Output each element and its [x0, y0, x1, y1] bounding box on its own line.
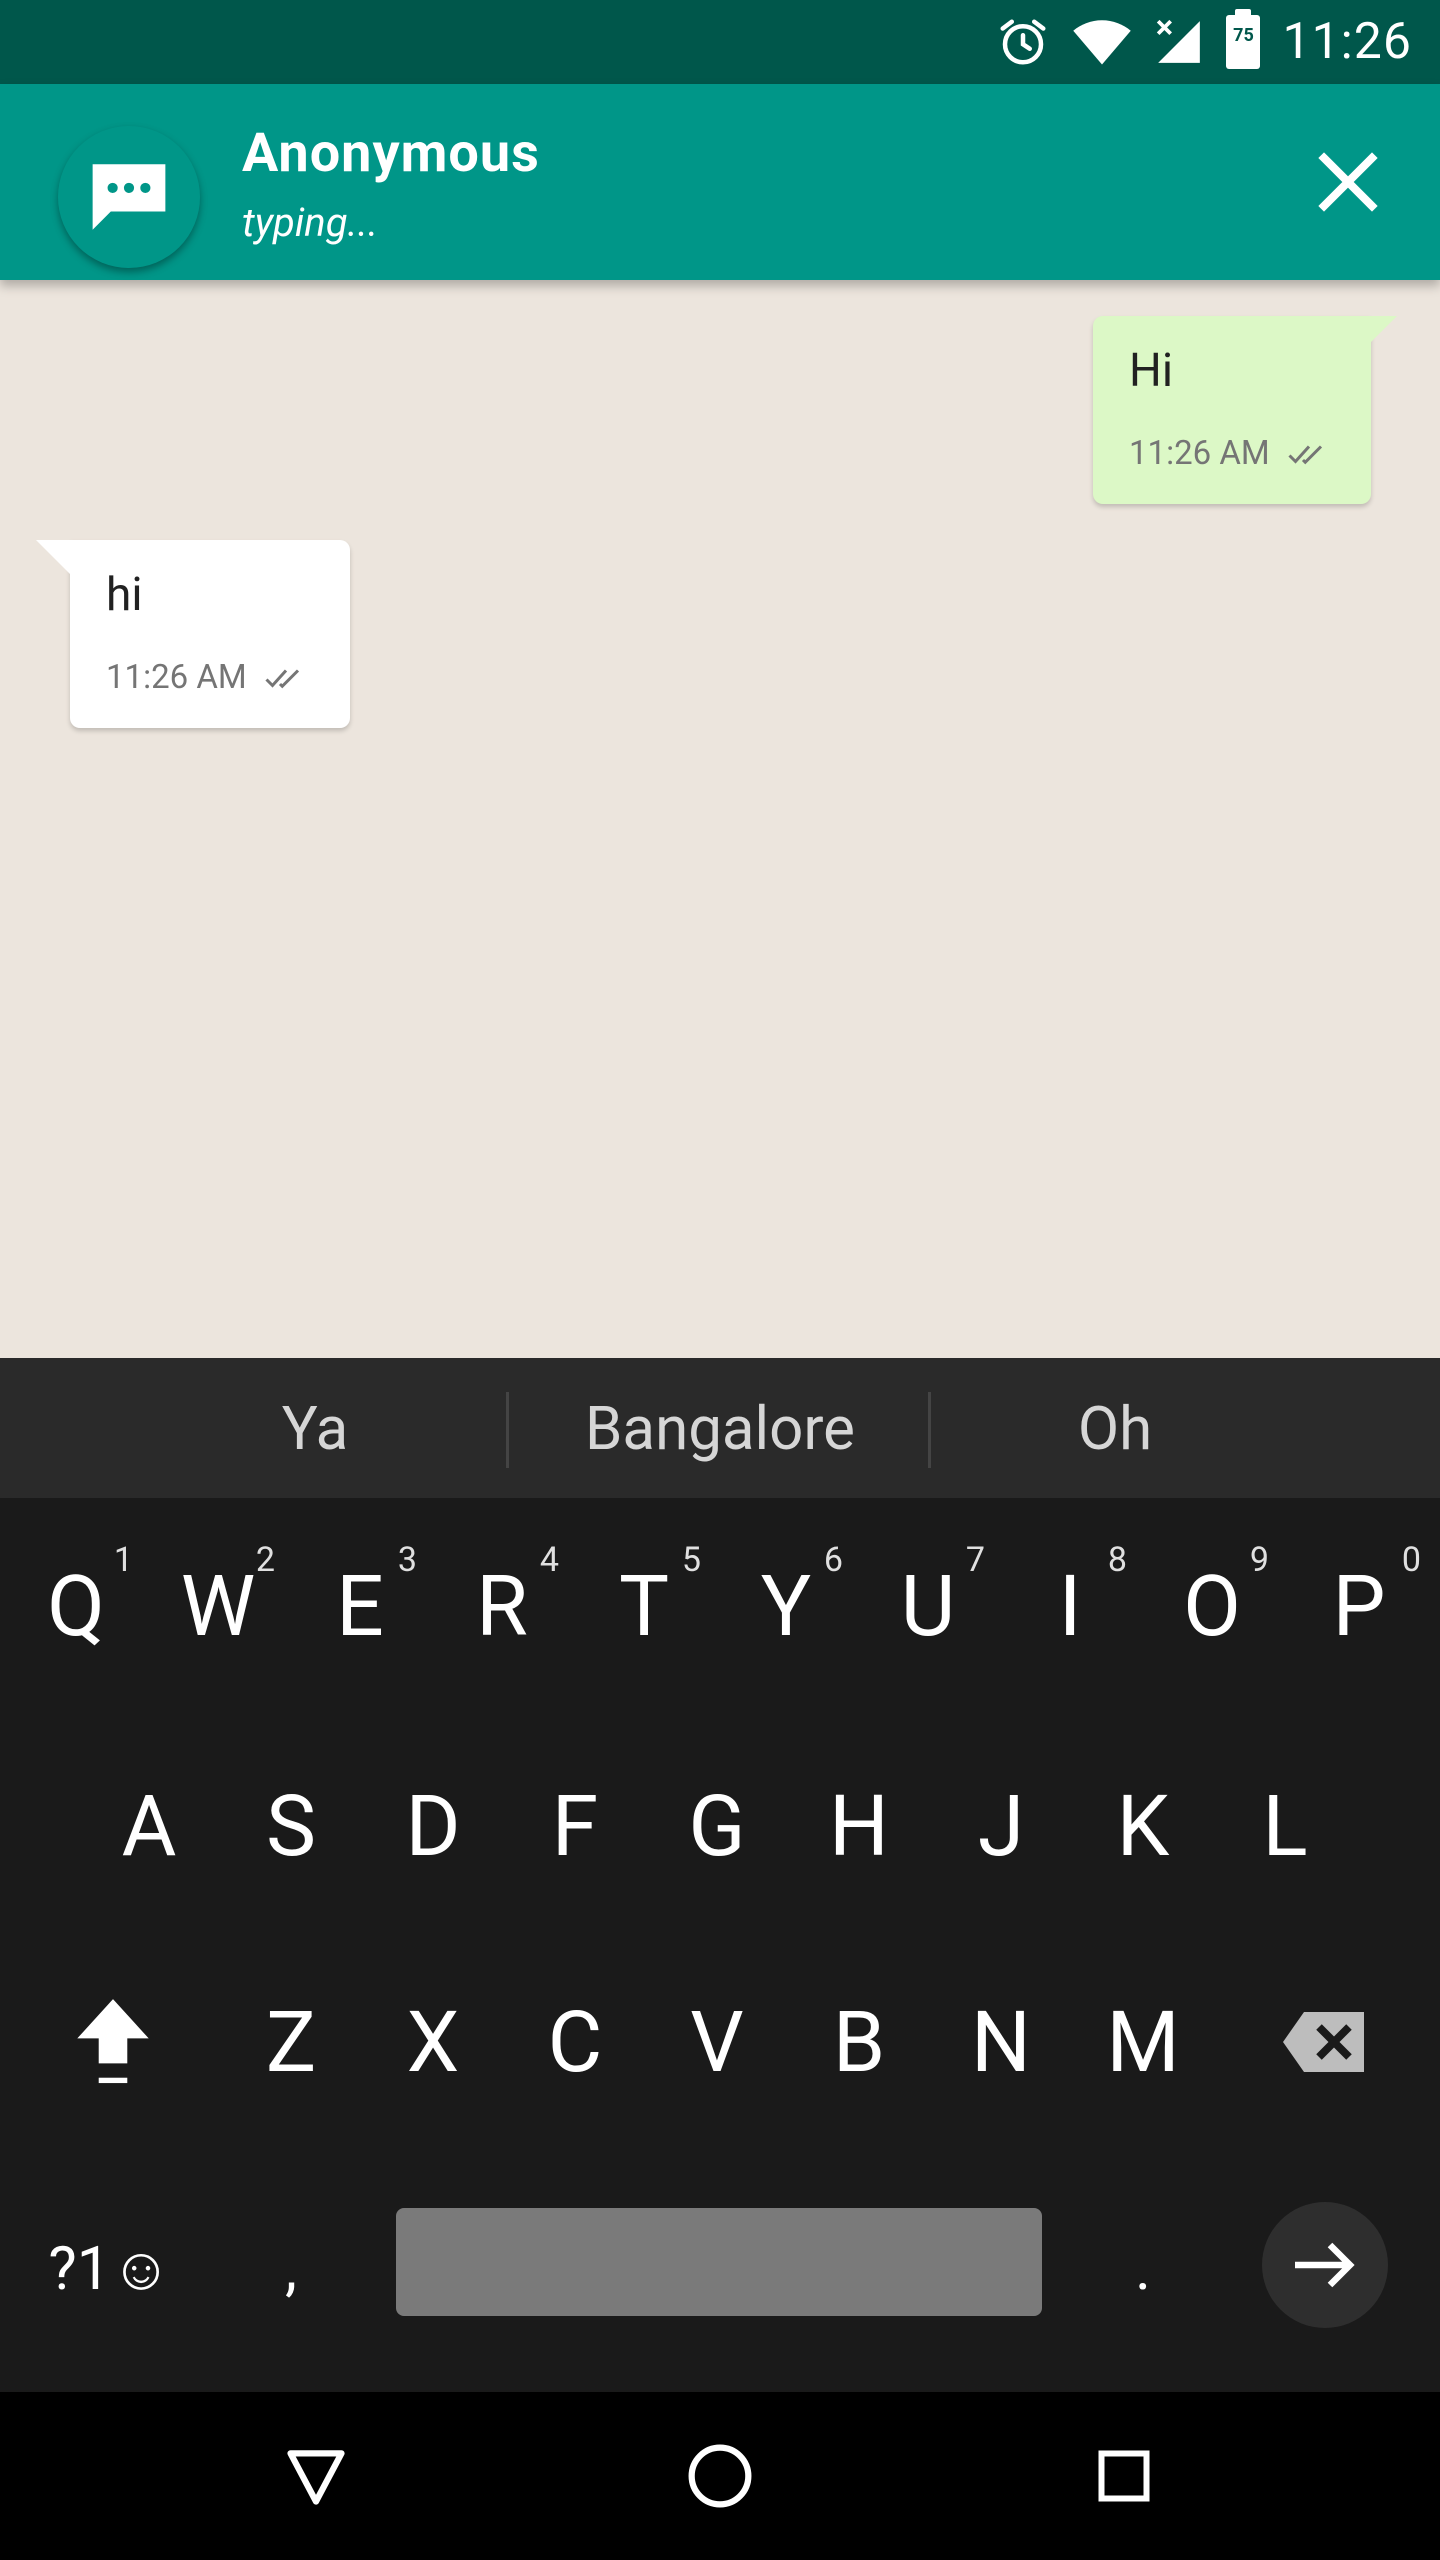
- home-icon: [688, 2444, 752, 2508]
- key-hint: 0: [1401, 1540, 1421, 1580]
- status-bar: 75 11:26: [0, 0, 1440, 84]
- key-t[interactable]: T5: [573, 1526, 715, 1686]
- key-hint: 2: [255, 1540, 275, 1580]
- key-g[interactable]: G: [646, 1746, 788, 1906]
- back-icon: [287, 2450, 345, 2505]
- key-hint: 7: [965, 1540, 985, 1580]
- key-l[interactable]: L: [1214, 1746, 1356, 1906]
- comma-key[interactable]: ,: [220, 2188, 362, 2348]
- period-key[interactable]: .: [1072, 2188, 1214, 2348]
- status-icons: 75 11:26: [996, 9, 1412, 74]
- key-label: I: [1058, 1556, 1082, 1656]
- key-q[interactable]: Q1: [5, 1526, 147, 1686]
- message-text: hi: [106, 568, 143, 622]
- key-label: W: [180, 1556, 256, 1656]
- outgoing-message[interactable]: Hi 11:26 AM: [1093, 316, 1397, 504]
- chat-header: Anonymous typing...: [0, 84, 1440, 280]
- key-hint: 1: [113, 1540, 133, 1580]
- key-label: P: [1332, 1556, 1386, 1656]
- key-s[interactable]: S: [220, 1746, 362, 1906]
- status-time: 11:26: [1282, 13, 1412, 71]
- suggestion-2[interactable]: Bangalore: [512, 1358, 928, 1498]
- message-time: 11:26 AM: [1129, 434, 1270, 473]
- key-m[interactable]: M: [1072, 1962, 1214, 2122]
- double-check-icon: [265, 668, 299, 688]
- alarm-icon: [1000, 19, 1046, 65]
- home-button[interactable]: [640, 2392, 800, 2560]
- arrow-right-icon: [1295, 2242, 1355, 2288]
- chat-bubble-icon: [92, 164, 166, 230]
- battery-level: 75: [1233, 25, 1254, 46]
- message-time: 11:26 AM: [106, 658, 247, 697]
- key-hint: 4: [539, 1540, 559, 1580]
- key-label: R: [476, 1556, 528, 1656]
- key-d[interactable]: D: [362, 1746, 504, 1906]
- key-label: U: [900, 1556, 956, 1656]
- key-r[interactable]: R4: [431, 1526, 573, 1686]
- key-k[interactable]: K: [1072, 1746, 1214, 1906]
- bubble-tail: [1371, 316, 1397, 342]
- key-c[interactable]: C: [504, 1962, 646, 2122]
- message-list[interactable]: Hi 11:26 AM hi 11:26 AM: [0, 280, 1440, 1590]
- key-label: O: [1183, 1556, 1241, 1656]
- wifi-icon: [1073, 20, 1132, 65]
- message-meta: 11:26 AM: [106, 658, 307, 697]
- navigation-bar: [0, 2392, 1440, 2560]
- key-hint: 8: [1107, 1540, 1127, 1580]
- battery-icon: 75: [1226, 9, 1261, 69]
- key-i[interactable]: I8: [999, 1526, 1141, 1686]
- key-hint: 9: [1249, 1540, 1269, 1580]
- suggestion-strip: Ya Bangalore Oh: [0, 1358, 1440, 1498]
- key-j[interactable]: J: [930, 1746, 1072, 1906]
- key-a[interactable]: A: [78, 1746, 220, 1906]
- incoming-message[interactable]: hi 11:26 AM: [36, 540, 350, 728]
- shift-key[interactable]: [40, 1962, 185, 2122]
- key-w[interactable]: W2: [147, 1526, 289, 1686]
- key-y[interactable]: Y6: [715, 1526, 857, 1686]
- key-label: Y: [760, 1556, 812, 1656]
- key-label: T: [618, 1556, 670, 1656]
- soft-keyboard: Ya Bangalore Oh Q1 W2 E3 R4 T5 Y6 U7 I8 …: [0, 1358, 1440, 2392]
- key-z[interactable]: Z: [220, 1962, 362, 2122]
- key-n[interactable]: N: [930, 1962, 1072, 2122]
- backspace-icon: [1283, 2012, 1364, 2072]
- double-check-icon: [1288, 444, 1322, 464]
- spacebar[interactable]: [396, 2208, 1042, 2316]
- avatar[interactable]: [58, 126, 200, 268]
- key-x[interactable]: X: [362, 1962, 504, 2122]
- typing-status: typing...: [242, 199, 379, 246]
- key-v[interactable]: V: [646, 1962, 788, 2122]
- key-label: E: [336, 1556, 384, 1656]
- suggestion-3[interactable]: Oh: [934, 1358, 1296, 1498]
- suggestion-1[interactable]: Ya: [130, 1358, 500, 1498]
- close-icon: [1318, 152, 1378, 212]
- contact-name: Anonymous: [242, 122, 540, 185]
- key-f[interactable]: F: [504, 1746, 646, 1906]
- suggestion-divider: [506, 1392, 509, 1468]
- key-u[interactable]: U7: [857, 1526, 999, 1686]
- recents-icon: [1098, 2450, 1150, 2502]
- key-h[interactable]: H: [788, 1746, 930, 1906]
- key-p[interactable]: P0: [1283, 1526, 1435, 1686]
- recents-button[interactable]: [1044, 2392, 1204, 2560]
- back-button[interactable]: [236, 2392, 396, 2560]
- close-button[interactable]: [1308, 142, 1388, 222]
- message-meta: 11:26 AM: [1129, 434, 1330, 473]
- message-text: Hi: [1129, 344, 1174, 398]
- backspace-key[interactable]: [1250, 1962, 1400, 2122]
- key-hint: 3: [397, 1540, 417, 1580]
- key-hint: 6: [823, 1540, 843, 1580]
- key-hint: 5: [681, 1540, 701, 1580]
- shift-icon: [76, 1999, 149, 2084]
- key-label: Q: [47, 1556, 105, 1656]
- suggestion-divider: [928, 1392, 931, 1468]
- key-b[interactable]: B: [788, 1962, 930, 2122]
- bubble-tail: [36, 540, 70, 574]
- signal-icon: [1157, 19, 1201, 63]
- key-e[interactable]: E3: [289, 1526, 431, 1686]
- symbols-key[interactable]: ?1☺: [30, 2188, 190, 2348]
- key-o[interactable]: O9: [1141, 1526, 1283, 1686]
- enter-key[interactable]: [1262, 2202, 1388, 2328]
